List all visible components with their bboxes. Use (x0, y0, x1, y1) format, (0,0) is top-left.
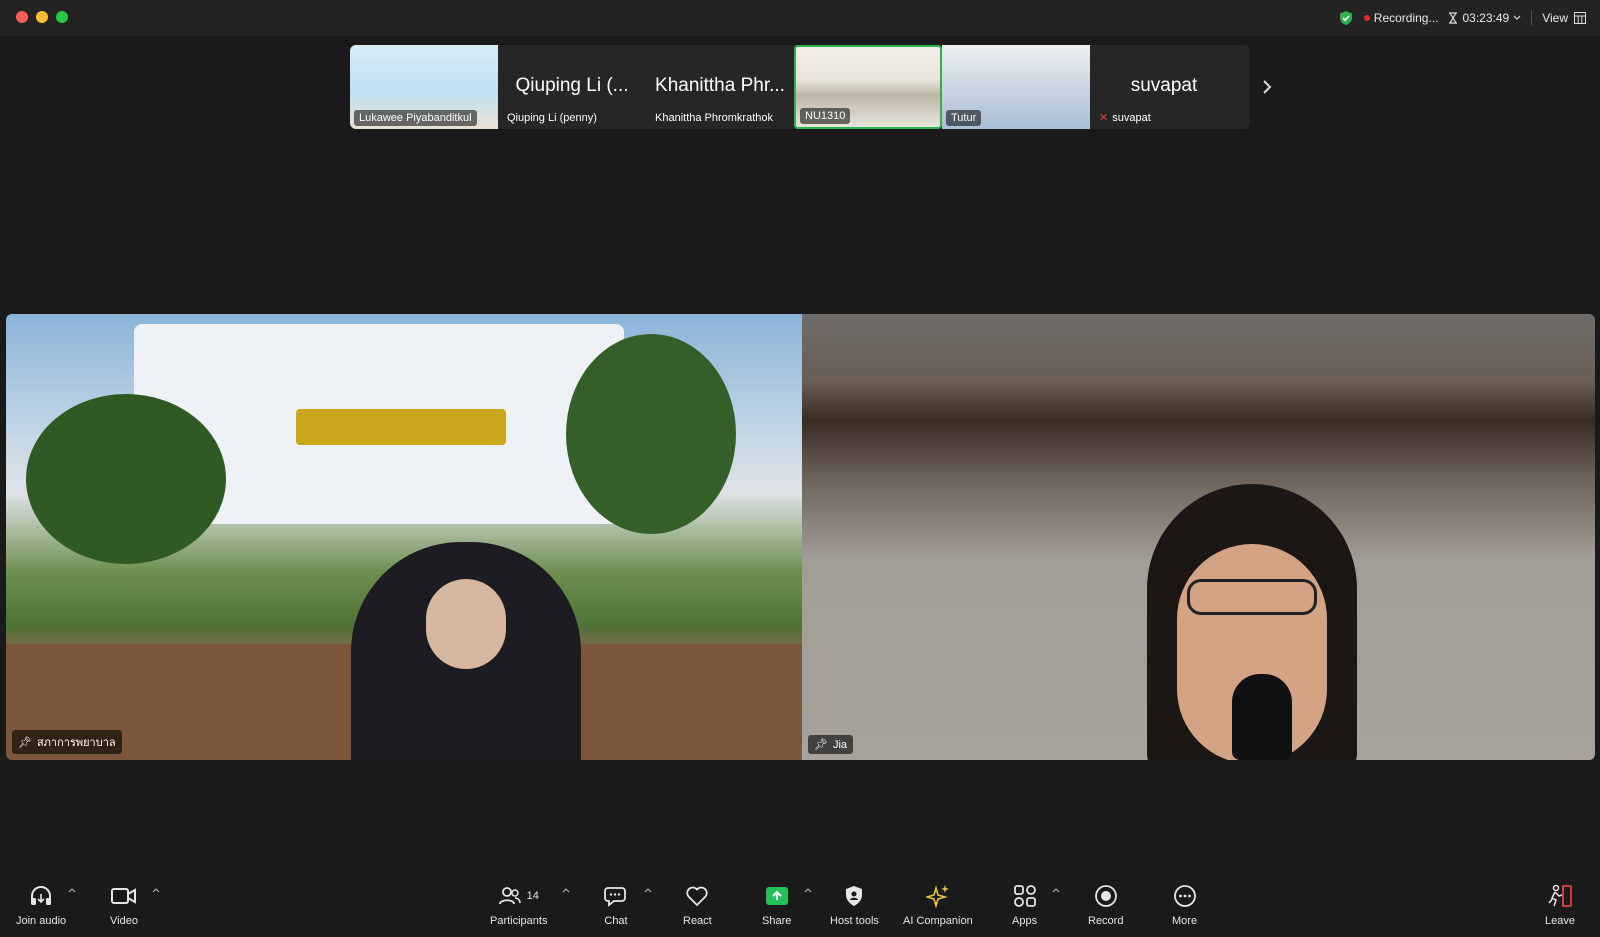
audio-options-chevron-icon[interactable] (68, 887, 76, 893)
chat-label: Chat (604, 915, 628, 927)
next-page-chevron-icon[interactable] (1262, 79, 1272, 95)
participant-thumbnail-active-speaker[interactable]: NU1310 (794, 45, 942, 129)
more-dots-icon (1173, 885, 1196, 907)
pin-icon: 📌︎ (814, 739, 828, 751)
minimize-window-button[interactable] (36, 11, 48, 23)
chat-button[interactable]: Chat (604, 883, 628, 927)
record-button[interactable]: Record (1088, 883, 1123, 927)
host-shield-icon (846, 886, 863, 906)
participants-options-chevron-icon[interactable] (562, 887, 570, 893)
video-options-chevron-icon[interactable] (152, 887, 160, 893)
participant-name: suvapat (1112, 112, 1151, 124)
title-bar: Recording... 03:23:49 View (0, 0, 1600, 36)
recording-indicator[interactable]: Recording... (1363, 11, 1439, 25)
ai-companion-label: AI Companion (903, 915, 973, 927)
participant-name: NU1310 (800, 108, 851, 124)
apps-label: Apps (1012, 915, 1038, 927)
timer-value: 03:23:49 (1462, 11, 1510, 25)
grid-view-icon (1574, 12, 1586, 24)
chevron-down-icon (1513, 15, 1521, 20)
video-camera-icon (110, 888, 136, 904)
video-background-sign (296, 409, 506, 445)
participant-name-row: ✕ suvapat (1094, 109, 1156, 126)
video-tile-name: Jia (832, 738, 848, 751)
join-audio-button[interactable]: Join audio (16, 883, 66, 927)
video-background-tree (566, 334, 736, 534)
participant-display-name: Khanittha Phr... (655, 75, 785, 96)
share-label: Share (762, 915, 792, 927)
apps-button[interactable]: Apps (1012, 883, 1037, 927)
participant-display-name: suvapat (1130, 75, 1198, 96)
host-tools-button[interactable]: Host tools (830, 883, 879, 927)
video-participant-face (426, 579, 506, 669)
maximize-window-button[interactable] (56, 11, 68, 23)
participants-label: Participants (490, 915, 548, 927)
sparkle-icon (925, 885, 949, 908)
record-label: Record (1088, 915, 1124, 927)
more-button[interactable]: More (1172, 883, 1197, 927)
chat-options-chevron-icon[interactable] (644, 887, 652, 893)
participants-button[interactable]: 14 Participants (490, 883, 547, 927)
recording-dot-icon (1363, 15, 1370, 21)
handheld-microphone (1232, 674, 1292, 760)
headphones-icon (31, 886, 52, 905)
video-label: Video (110, 915, 138, 927)
join-audio-label: Join audio (16, 915, 67, 927)
video-background-tree (26, 394, 226, 564)
view-label: View (1542, 11, 1568, 25)
pin-icon: 📌︎ (18, 736, 32, 749)
record-icon (1094, 885, 1117, 907)
participant-thumbnail-strip: Lukawee Piyabanditkul Qiuping Li (... Qi… (350, 45, 1250, 129)
recording-label: Recording... (1373, 11, 1439, 25)
participant-name: Qiuping Li (penny) (507, 112, 597, 124)
share-screen-icon (765, 887, 788, 905)
video-tile[interactable]: 📌︎ Jia (802, 314, 1595, 760)
participant-thumbnail[interactable]: Lukawee Piyabanditkul (350, 45, 498, 129)
meeting-timer[interactable]: 03:23:49 (1448, 11, 1521, 25)
apps-grid-icon (1013, 885, 1036, 907)
video-tile-label: 📌︎ Jia (808, 735, 854, 754)
muted-microphone-icon: ✕ (1099, 112, 1109, 124)
heart-icon (686, 886, 709, 907)
participant-thumbnail[interactable]: Khanittha Phr... Khanittha Phromkrathok (646, 45, 794, 129)
leave-button[interactable]: Leave (1545, 883, 1575, 927)
apps-options-chevron-icon[interactable] (1052, 887, 1060, 893)
video-button[interactable]: Video (110, 883, 138, 927)
participant-name: Tutur (946, 110, 982, 126)
participant-display-name: Qiuping Li (... (515, 75, 629, 96)
more-label: More (1172, 915, 1198, 927)
share-options-chevron-icon[interactable] (804, 887, 812, 893)
leave-label: Leave (1545, 915, 1575, 927)
video-participant-glasses (1187, 579, 1317, 615)
participant-thumbnail[interactable]: Qiuping Li (... Qiuping Li (penny) (498, 45, 646, 129)
view-button[interactable]: View (1542, 11, 1586, 25)
react-button[interactable]: React (683, 883, 712, 927)
ai-companion-button[interactable]: AI Companion (903, 883, 973, 927)
video-tile-label: 📌︎ สภาการพยาบาล (12, 730, 122, 754)
hourglass-icon (1449, 12, 1458, 24)
participants-icon (498, 887, 521, 905)
chat-bubble-icon (604, 887, 626, 907)
host-tools-label: Host tools (830, 915, 879, 927)
participant-thumbnail[interactable]: Tutur (942, 45, 1090, 129)
video-tile[interactable]: 📌︎ สภาการพยาบาล (6, 314, 802, 760)
meeting-status-bar: Recording... 03:23:49 View (1338, 7, 1586, 29)
leave-exit-icon (1548, 884, 1572, 907)
video-tile-name: สภาการพยาบาล (36, 737, 116, 749)
participants-count: 14 (526, 890, 539, 902)
participant-name: Khanittha Phromkrathok (655, 112, 774, 124)
participant-name: Lukawee Piyabanditkul (354, 110, 477, 126)
close-window-button[interactable] (16, 11, 28, 23)
security-shield-icon[interactable] (1338, 10, 1354, 26)
share-button[interactable]: Share (762, 883, 791, 927)
meeting-controls-toolbar: Join audio Video 14 Participants Chat Re… (0, 877, 1600, 937)
divider (1531, 11, 1533, 25)
react-label: React (683, 915, 712, 927)
participant-thumbnail[interactable]: suvapat ✕ suvapat (1090, 45, 1238, 129)
